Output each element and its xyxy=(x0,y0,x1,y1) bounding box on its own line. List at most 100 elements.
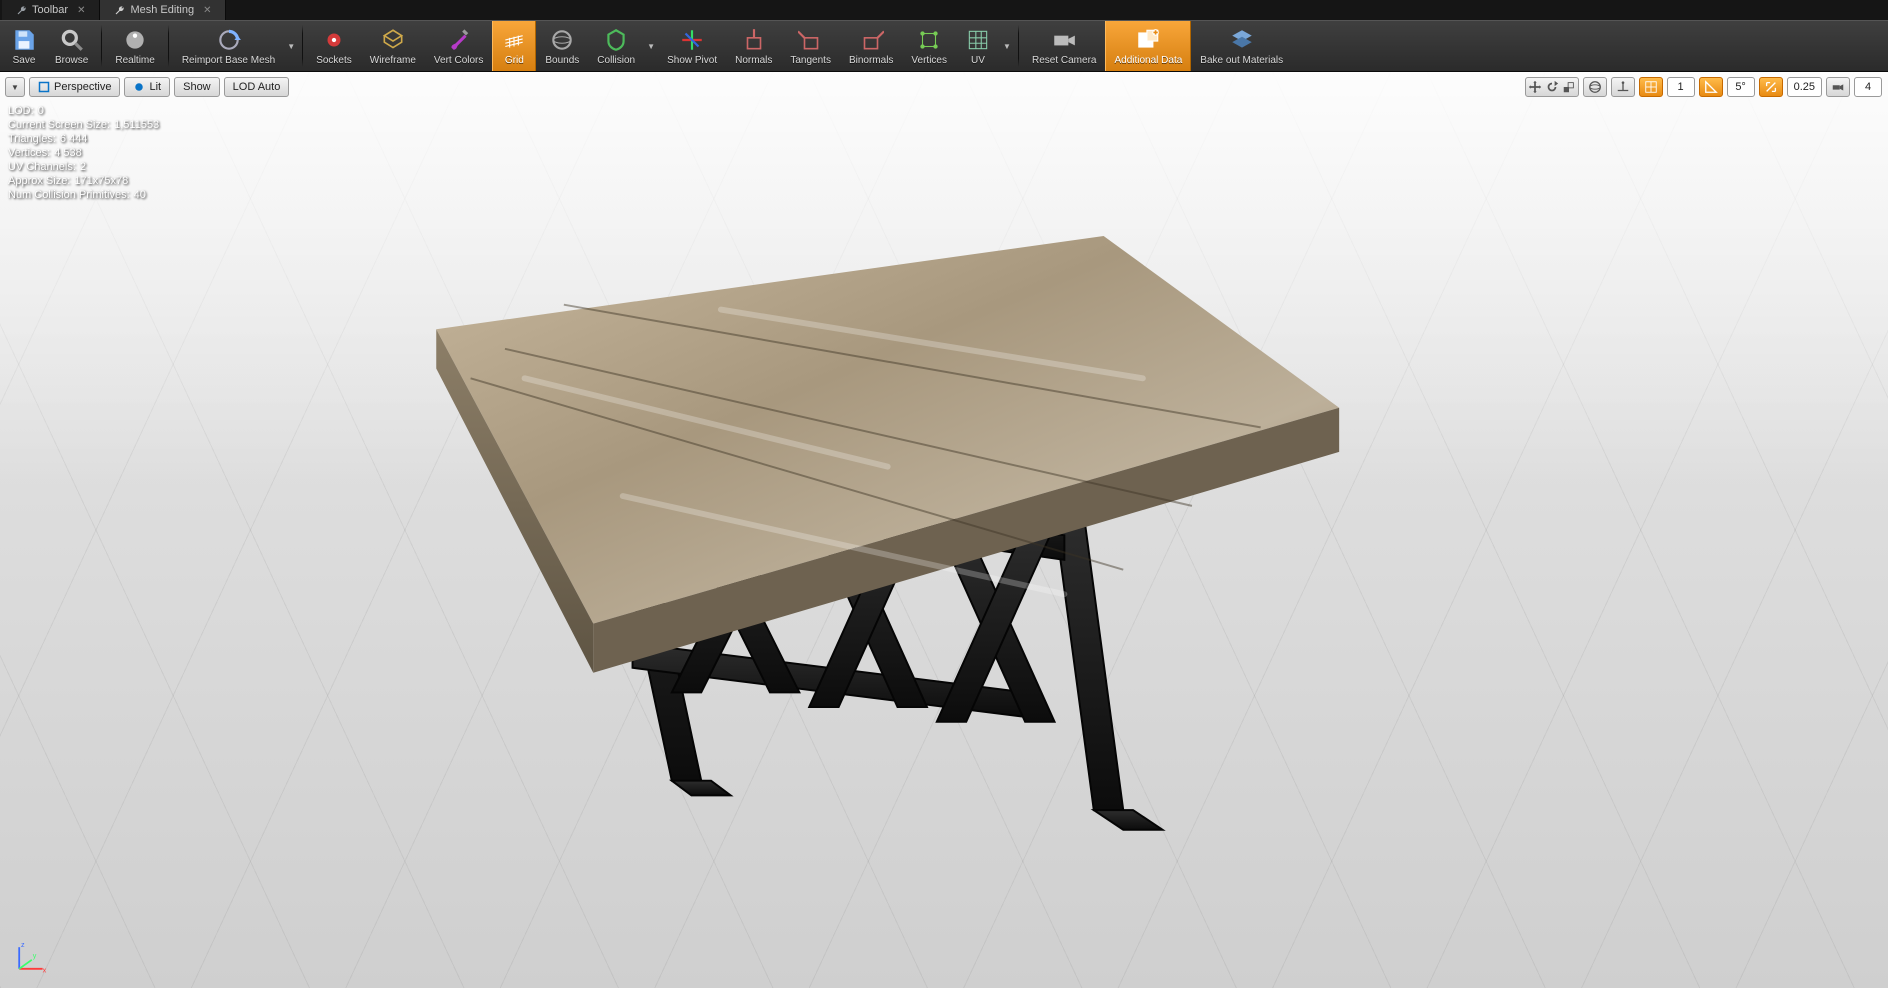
realtime-icon xyxy=(122,27,148,53)
stat-value: 4 538 xyxy=(54,147,82,159)
mesh-preview xyxy=(94,182,1642,869)
axis-z-label: z xyxy=(21,940,25,949)
tab-strip: Toolbar ✕ Mesh Editing ✕ xyxy=(0,0,1888,20)
stat-value: 0 xyxy=(38,105,44,117)
perspective-icon xyxy=(38,81,50,93)
lod-auto-dropdown[interactable]: LOD Auto xyxy=(224,77,290,97)
toolbar-separator xyxy=(1018,25,1019,67)
wrench-icon xyxy=(114,5,125,16)
toolbar-label: Show Pivot xyxy=(667,55,717,66)
save-button[interactable]: Save xyxy=(2,21,46,71)
close-icon[interactable]: ✕ xyxy=(203,5,211,16)
value-text: 5° xyxy=(1735,81,1746,93)
show-pivot-button[interactable]: Show Pivot xyxy=(658,21,726,71)
toolbar-label: Tangents xyxy=(790,55,831,66)
toolbar-label: Additional Data xyxy=(1114,55,1182,66)
value-text: 4 xyxy=(1865,81,1871,93)
toolbar-label: Realtime xyxy=(115,55,154,66)
pill-label: Perspective xyxy=(54,81,111,93)
stat-value: 1,511553 xyxy=(114,119,159,131)
tab-label: Mesh Editing xyxy=(130,4,194,16)
angle-snap-value[interactable]: 5° xyxy=(1727,77,1755,97)
uv-button[interactable]: UV xyxy=(956,21,1000,71)
collision-dropdown[interactable]: ▼ xyxy=(644,21,658,71)
bounds-button[interactable]: Bounds xyxy=(536,21,588,71)
reimport-dropdown[interactable]: ▼ xyxy=(284,21,298,71)
grid-icon xyxy=(501,27,527,53)
collision-icon xyxy=(603,27,629,53)
stat-key: UV Channels: xyxy=(8,161,76,173)
toolbar-separator xyxy=(302,25,303,67)
grid-icon xyxy=(1644,80,1658,94)
toolbar-separator xyxy=(168,25,169,67)
stat-key: Vertices: xyxy=(8,147,50,159)
grid-snap-toggle[interactable] xyxy=(1639,77,1663,97)
toolbar-label: Vertices xyxy=(911,55,947,66)
camera-speed-value[interactable]: 4 xyxy=(1854,77,1882,97)
pill-label: LOD Auto xyxy=(233,81,281,93)
wireframe-icon xyxy=(380,27,406,53)
pill-label: Lit xyxy=(149,81,161,93)
binormals-button[interactable]: Binormals xyxy=(840,21,902,71)
chevron-down-icon: ▼ xyxy=(1003,42,1011,51)
magnifier-icon xyxy=(59,27,85,53)
camera-speed-toggle[interactable] xyxy=(1826,77,1850,97)
stat-value: 171x75x78 xyxy=(74,175,128,187)
scale-snap-toggle[interactable] xyxy=(1759,77,1783,97)
tab-mesh-editing[interactable]: Mesh Editing ✕ xyxy=(100,0,226,20)
tab-label: Toolbar xyxy=(32,4,68,16)
grid-snap-value[interactable]: 1 xyxy=(1667,77,1695,97)
coord-space-toggle[interactable] xyxy=(1583,77,1607,97)
collision-button[interactable]: Collision xyxy=(588,21,644,71)
vert-colors-button[interactable]: Vert Colors xyxy=(425,21,492,71)
viewport-options-menu[interactable]: ▼ xyxy=(5,77,25,97)
sockets-button[interactable]: Sockets xyxy=(307,21,361,71)
additional-data-button[interactable]: Additional Data xyxy=(1105,21,1191,71)
scale-snap-value[interactable]: 0.25 xyxy=(1787,77,1822,97)
surface-snap-toggle[interactable] xyxy=(1611,77,1635,97)
scale-icon xyxy=(1562,80,1576,94)
show-dropdown[interactable]: Show xyxy=(174,77,220,97)
transform-mode-group[interactable] xyxy=(1525,77,1579,97)
bake-out-materials-button[interactable]: Bake out Materials xyxy=(1191,21,1292,71)
toolbar-label: Vert Colors xyxy=(434,55,483,66)
reset-camera-button[interactable]: Reset Camera xyxy=(1023,21,1105,71)
toolbar-label: Collision xyxy=(597,55,635,66)
viewport-options-left: ▼ Perspective Lit Show LOD Auto xyxy=(5,77,289,97)
viewport-3d[interactable]: ▼ Perspective Lit Show LOD Auto LOD:0 Cu… xyxy=(0,72,1888,988)
camera-speed-icon xyxy=(1831,80,1845,94)
viewport-options-right: 1 5° 0.25 4 xyxy=(1525,77,1882,97)
pivot-icon xyxy=(679,27,705,53)
grid-button[interactable]: Grid xyxy=(492,21,536,71)
tangents-button[interactable]: Tangents xyxy=(781,21,840,71)
stat-value: 6 444 xyxy=(60,133,88,145)
camera-icon xyxy=(1051,27,1077,53)
lit-dropdown[interactable]: Lit xyxy=(124,77,170,97)
wireframe-button[interactable]: Wireframe xyxy=(361,21,425,71)
uv-dropdown[interactable]: ▼ xyxy=(1000,21,1014,71)
uv-icon xyxy=(965,27,991,53)
lit-icon xyxy=(133,81,145,93)
tab-toolbar[interactable]: Toolbar ✕ xyxy=(2,0,100,20)
close-icon[interactable]: ✕ xyxy=(77,5,85,16)
perspective-dropdown[interactable]: Perspective xyxy=(29,77,120,97)
floppy-icon xyxy=(11,27,37,53)
toolbar-label: Reset Camera xyxy=(1032,55,1096,66)
pill-label: Show xyxy=(183,81,211,93)
tangents-icon xyxy=(798,27,824,53)
rotate-icon xyxy=(1545,80,1559,94)
stat-value: 2 xyxy=(80,161,86,173)
toolbar-label: Normals xyxy=(735,55,772,66)
reimport-button[interactable]: Reimport Base Mesh xyxy=(173,21,284,71)
browse-button[interactable]: Browse xyxy=(46,21,97,71)
stat-key: Num Collision Primitives: xyxy=(8,189,130,201)
toolbar-label: Grid xyxy=(505,55,524,66)
vertices-button[interactable]: Vertices xyxy=(902,21,956,71)
normals-button[interactable]: Normals xyxy=(726,21,781,71)
axis-x-label: x xyxy=(43,965,47,974)
realtime-button[interactable]: Realtime xyxy=(106,21,163,71)
toolbar-separator xyxy=(101,25,102,67)
angle-snap-toggle[interactable] xyxy=(1699,77,1723,97)
wrench-icon xyxy=(16,5,27,16)
toolbar-label: Bake out Materials xyxy=(1200,55,1283,66)
